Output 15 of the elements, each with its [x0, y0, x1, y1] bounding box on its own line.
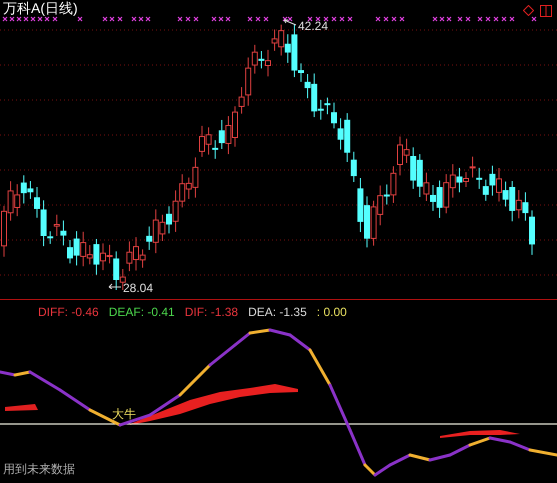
chart-title: 万科A(日线) [3, 1, 78, 15]
signal-label: 大牛 [112, 408, 136, 420]
indicator-value: DIF: -1.38 [184, 306, 238, 318]
high-price-label: 42.24 [298, 20, 328, 32]
diamond-icon [523, 5, 534, 16]
indicator-value: DEA: -1.35 [248, 306, 307, 318]
indicator-value: DIFF: -0.46 [38, 306, 99, 318]
square-icon [540, 5, 552, 17]
high-arrow-icon [283, 19, 297, 27]
low-price-label: 28.04 [123, 282, 154, 294]
indicator-band [5, 404, 38, 411]
indicator-value: DEAF: -0.41 [108, 306, 175, 318]
note-text: 用到未来数据 [3, 463, 75, 475]
indicator-value: : 0.00 [316, 306, 347, 318]
low-arrow-icon [108, 281, 122, 289]
